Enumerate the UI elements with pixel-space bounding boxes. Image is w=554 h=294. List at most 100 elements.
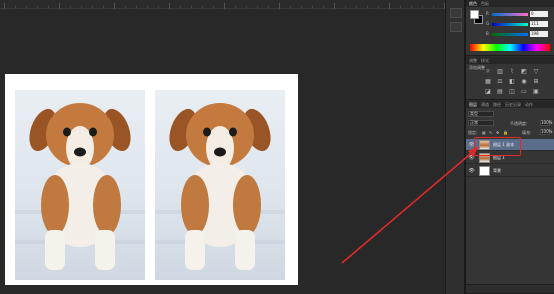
ruler-tick xyxy=(191,6,192,9)
visibility-eye-icon[interactable]: 👁 xyxy=(468,155,475,161)
selective-color-icon[interactable]: ▣ xyxy=(532,88,540,95)
swatches-panel-toggle-icon[interactable] xyxy=(450,22,462,32)
ruler-tick xyxy=(37,6,38,9)
brightness-icon[interactable]: ☼ xyxy=(484,68,492,75)
layer-name[interactable]: 背景 xyxy=(493,168,501,174)
color-balance-icon[interactable]: ⚖ xyxy=(496,78,504,85)
layers-bottom-toolbar xyxy=(466,284,554,293)
hue-saturation-icon[interactable]: ▦ xyxy=(484,78,492,85)
vibrance-icon[interactable]: ▽ xyxy=(532,68,540,75)
top-ruler xyxy=(0,0,445,9)
tab-color[interactable]: 颜色 xyxy=(469,1,477,7)
posterize-icon[interactable]: ▤ xyxy=(496,88,504,95)
ruler-tick xyxy=(15,6,16,9)
lock-transparent-icon[interactable]: ▦ xyxy=(482,130,486,135)
ruler-tick xyxy=(422,6,423,9)
layers-panel: 图层 通道 路径 历史记录 动作 类型 正常 不透明度: 100% 锁定: ▦ … xyxy=(466,101,554,294)
photo-filter-icon[interactable]: ◉ xyxy=(520,78,528,85)
ruler-tick xyxy=(356,6,357,9)
lock-all-icon[interactable]: 🔒 xyxy=(503,130,508,135)
layer-row[interactable]: 👁 背景 xyxy=(466,165,554,177)
blue-channel-slider[interactable]: B 198 xyxy=(486,31,548,37)
ruler-tick xyxy=(246,6,247,9)
ruler-tick xyxy=(114,3,115,9)
layer-kind-filter[interactable]: 类型 xyxy=(468,111,494,117)
tab-swatches[interactable]: 色板 xyxy=(481,1,489,7)
visibility-eye-icon[interactable]: 👁 xyxy=(468,168,475,174)
fill-label: 填充: xyxy=(522,130,532,135)
ruler-tick xyxy=(268,6,269,9)
ruler-tick xyxy=(81,6,82,9)
puppy-photo-left xyxy=(15,90,145,280)
tab-history[interactable]: 历史记录 xyxy=(505,102,521,108)
lock-fill-row: 锁定: ▦ ✎ ✥ 🔒 填充: 100% xyxy=(468,129,553,136)
ruler-tick xyxy=(301,6,302,9)
lock-position-icon[interactable]: ✥ xyxy=(496,130,499,135)
opacity-input[interactable]: 100% xyxy=(540,120,552,126)
ruler-tick xyxy=(257,6,258,9)
gradient-map-icon[interactable]: ▭ xyxy=(520,88,528,95)
tab-actions[interactable]: 动作 xyxy=(525,102,533,108)
ruler-tick xyxy=(367,6,368,9)
green-channel-slider[interactable]: G 111 xyxy=(486,21,548,27)
ruler-tick xyxy=(389,3,390,9)
adjustments-title: 添加调整 xyxy=(469,65,485,70)
green-channel-label: G xyxy=(486,21,490,26)
ruler-tick xyxy=(312,6,313,9)
tab-styles[interactable]: 样式 xyxy=(481,58,489,64)
ruler-tick xyxy=(290,6,291,9)
threshold-icon[interactable]: ◫ xyxy=(508,88,516,95)
lock-label: 锁定: xyxy=(468,130,478,135)
ruler-tick xyxy=(323,6,324,9)
blue-channel-value[interactable]: 198 xyxy=(530,31,548,37)
red-channel-bar[interactable] xyxy=(492,13,528,16)
foreground-color-swatch[interactable] xyxy=(470,10,479,19)
tab-channels[interactable]: 通道 xyxy=(481,102,489,108)
ruler-tick xyxy=(400,6,401,9)
adjustment-icon-grid: ☼ ▥ ⌇ ◩ ▽ ▦ ⚖ ◧ ◉ ⊞ ◪ ▤ ◫ ▭ ▣ xyxy=(484,68,540,95)
channel-mixer-icon[interactable]: ⊞ xyxy=(532,78,540,85)
ruler-tick xyxy=(279,3,280,9)
ruler-tick xyxy=(334,3,335,9)
exposure-icon[interactable]: ◩ xyxy=(520,68,528,75)
layer-thumbnail xyxy=(479,166,490,176)
annotation-highlight-box xyxy=(474,137,521,156)
red-channel-slider[interactable]: R 0 xyxy=(486,11,548,17)
opacity-label: 不透明度: xyxy=(510,121,528,126)
ruler-tick xyxy=(103,6,104,9)
ruler-tick xyxy=(147,6,148,9)
blue-channel-bar[interactable] xyxy=(492,33,528,36)
ruler-tick xyxy=(169,3,170,9)
ruler-tick xyxy=(433,6,434,9)
adjustments-panel-tabs: 调整 样式 xyxy=(466,57,554,64)
puppy-photo-right xyxy=(155,90,285,280)
color-spectrum-bar[interactable] xyxy=(470,44,550,51)
ruler-tick xyxy=(224,3,225,9)
tab-layers[interactable]: 图层 xyxy=(469,102,477,108)
layers-panel-tabs: 图层 通道 路径 历史记录 动作 xyxy=(466,101,554,108)
ruler-tick xyxy=(125,6,126,9)
fill-input[interactable]: 100% xyxy=(540,129,552,135)
ruler-tick xyxy=(136,6,137,9)
ruler-tick xyxy=(378,6,379,9)
lock-pixels-icon[interactable]: ✎ xyxy=(489,130,492,135)
green-channel-value[interactable]: 111 xyxy=(530,21,548,27)
canvas-workspace[interactable] xyxy=(0,0,445,294)
red-channel-value[interactable]: 0 xyxy=(530,11,548,17)
tab-adjustments[interactable]: 调整 xyxy=(469,58,477,64)
ruler-tick xyxy=(235,6,236,9)
panel-icon-strip xyxy=(445,0,465,294)
document-canvas[interactable] xyxy=(5,74,298,285)
blend-opacity-row: 正常 不透明度: 100% xyxy=(468,120,553,127)
tab-paths[interactable]: 路径 xyxy=(493,102,501,108)
black-white-icon[interactable]: ◧ xyxy=(508,78,516,85)
curves-icon[interactable]: ⌇ xyxy=(508,68,516,75)
ruler-tick xyxy=(213,6,214,9)
ruler-tick xyxy=(59,3,60,9)
green-channel-bar[interactable] xyxy=(492,23,528,26)
red-channel-label: R xyxy=(486,11,489,16)
invert-icon[interactable]: ◪ xyxy=(484,88,492,95)
color-panel-toggle-icon[interactable] xyxy=(450,8,462,18)
levels-icon[interactable]: ▥ xyxy=(496,68,504,75)
blend-mode-select[interactable]: 正常 xyxy=(468,120,494,126)
